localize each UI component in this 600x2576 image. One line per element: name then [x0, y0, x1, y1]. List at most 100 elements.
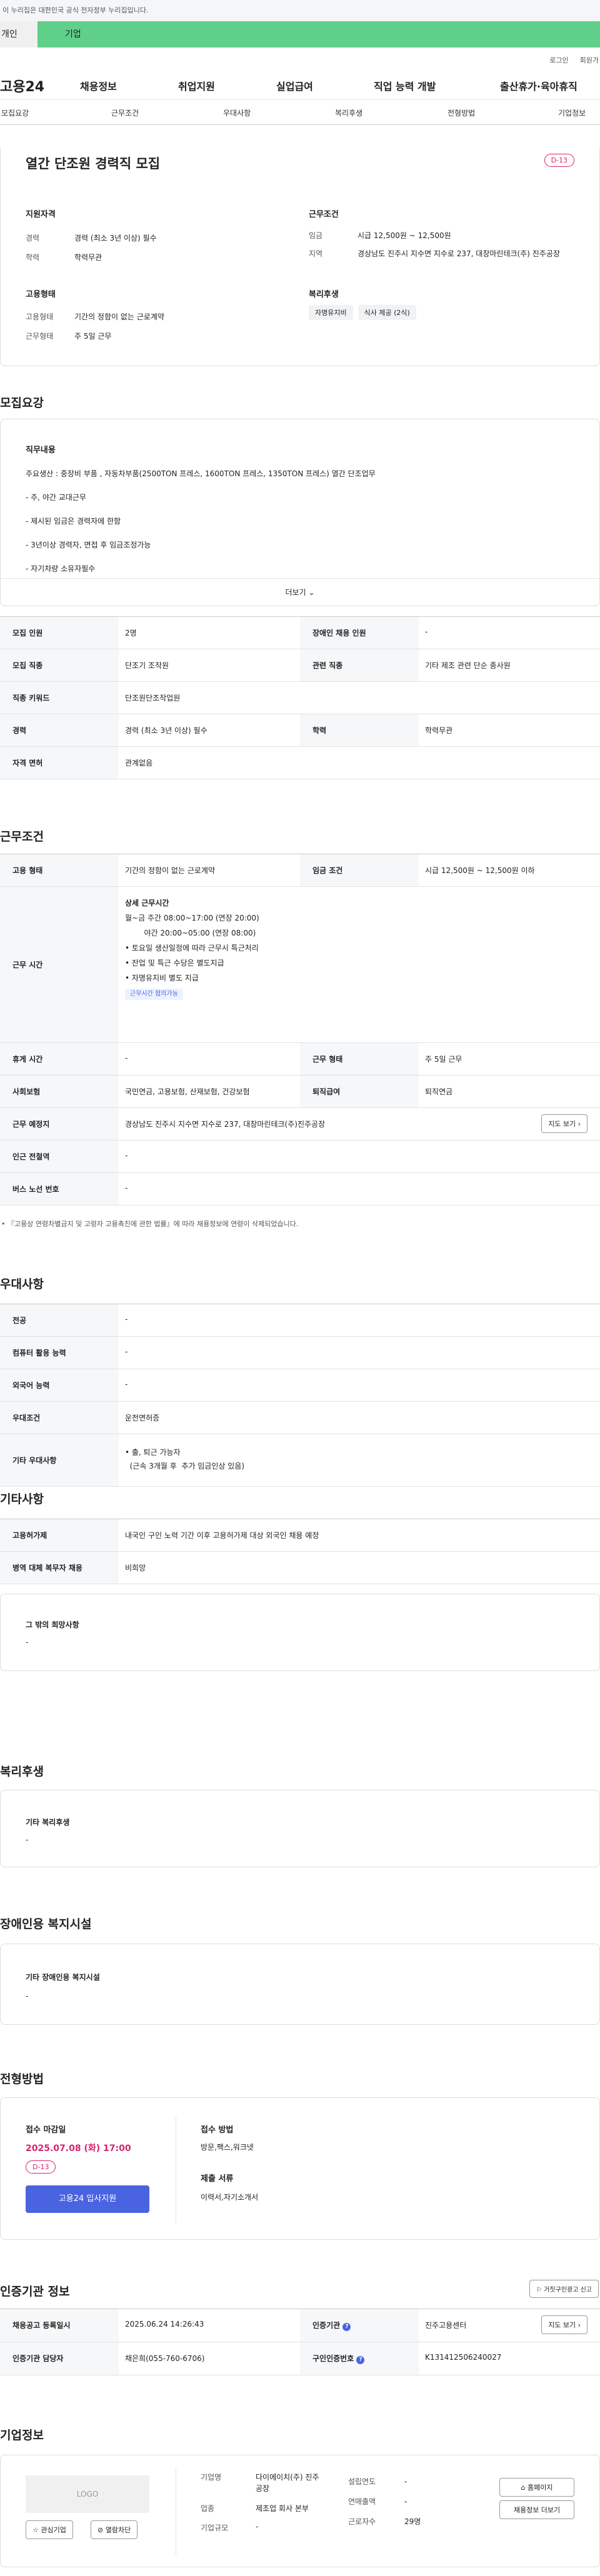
apply-button[interactable]: 고용24 입사지원 [26, 2185, 149, 2213]
table-row: 전공 - [0, 1304, 600, 1337]
tab-company-info[interactable]: 기업정보 [558, 107, 586, 118]
work-heading: 근무조건 [0, 830, 44, 844]
row-label: 우대조건 [0, 1402, 119, 1434]
table-row: 사회보험 국민연금, 고용보험, 산재보험, 건강보험 퇴직급여 퇴직연금 [0, 1076, 600, 1108]
age-notice: • 『고용상 연령차별금지 및 고령자 고용촉진에 관한 법률』에 따라 채용정… [1, 1220, 299, 1228]
table-row: 인근 전철역 - [0, 1141, 600, 1173]
method-label: 접수 방법 [201, 2125, 234, 2135]
table-row: 병역 대체 복무자 채용 비희망 [0, 1552, 600, 1584]
row-label: 직종 키워드 [0, 682, 119, 714]
report-button[interactable]: ⚐ 거짓구인광고 신고 [529, 2280, 599, 2298]
gnb-employment-support[interactable]: 취업지원 [178, 78, 215, 93]
row-label: 병역 대체 복무자 채용 [0, 1552, 119, 1584]
row-value: 운전면허증 [125, 1414, 160, 1422]
agency-label: 인증기관 [312, 2321, 341, 2330]
company-logo: LOGO [26, 2475, 149, 2513]
cond-label: 지역 [309, 249, 323, 258]
gnb-jobs[interactable]: 채용정보 [80, 78, 117, 93]
info-icon[interactable]: ? [342, 2323, 351, 2331]
agency-value: 진주고용센터 [425, 2321, 467, 2330]
block-button[interactable]: ⊘ 열람차단 [91, 2520, 138, 2539]
disab-box-value: - [26, 1992, 29, 2000]
category-tabs: 개인 기업 [0, 21, 600, 47]
row-value: 단조기 조작원 [125, 661, 169, 670]
more-jobs-label: 채용정보 더보기 [513, 2506, 561, 2514]
login-link[interactable]: 로그인 [549, 55, 568, 71]
row-value: - [425, 627, 428, 636]
row-value: 내국인 구인 노력 기간 이후 고용허가제 대상 외국인 채용 예정 [125, 1531, 319, 1540]
content-title: 직무내용 [26, 446, 56, 455]
block-label: 열람차단 [105, 2526, 131, 2534]
row-label: 인근 전철역 [0, 1141, 119, 1172]
agency-map-button[interactable]: 지도 보기 › [541, 2315, 588, 2334]
docs-label: 제출 서류 [201, 2174, 234, 2184]
more-label: 더보기 [285, 588, 306, 597]
welfare-tag: 자명유지비 [309, 305, 353, 320]
qual-value: 경력 (최소 3년 이상) 필수 [74, 234, 157, 242]
time-line: 월~금 주간 08:00~17:00 (연장 20:00) [125, 914, 259, 922]
field-value: - [404, 2497, 408, 2506]
row-label: 학력 [300, 714, 419, 746]
place-value: 경상남도 진주시 지수면 지수로 237, 대창마린테크(주)진주공장 [125, 1120, 326, 1129]
more-button[interactable]: 더보기 ⌄ [1, 578, 599, 606]
row-label: 버스 노선 번호 [0, 1173, 119, 1205]
tab-benefit[interactable]: 복리후생 [335, 107, 362, 118]
disab-box: 기타 장애인용 복지시설 - [0, 1944, 600, 2025]
tab-recruit[interactable]: 모집요강 [1, 107, 29, 118]
gnb-parental-leave[interactable]: 출산휴가·육아휴직 [500, 78, 578, 93]
row-label: 외국어 능력 [0, 1369, 119, 1401]
row-label: 관련 직종 [300, 649, 419, 681]
map-button[interactable]: 지도 보기 › [541, 1114, 588, 1133]
row-value: 2025.06.24 14:26:43 [125, 2320, 204, 2329]
gnb-unemployment-benefit[interactable]: 실업급여 [276, 78, 313, 93]
tab-work[interactable]: 근무조건 [111, 107, 139, 118]
field-label: 업종 [201, 2504, 215, 2513]
table-row: 휴게 시간 - 근무 형태 주 5일 근무 [0, 1043, 600, 1076]
signup-link[interactable]: 회원가 [580, 55, 599, 71]
table-row: 버스 노선 번호 - [0, 1173, 600, 1206]
more-jobs-button[interactable]: 채용정보 더보기 [499, 2500, 574, 2519]
qual-title: 지원자격 [26, 210, 56, 219]
global-nav: 고용24 채용정보 취업지원 실업급여 직업 능력 개발 출산휴가·육아휴직 [0, 71, 600, 100]
tab-pref[interactable]: 우대사항 [223, 107, 251, 118]
company-fields-2: 설립연도 - 연매출액 - 근로자수 29명 [348, 2472, 421, 2532]
cond-value: 시급 12,500원 ~ 12,500원 [358, 231, 451, 240]
table-row: 우대조건 운전면허증 [0, 1402, 600, 1434]
table-row: 근무 예정지 경상남도 진주시 지수면 지수로 237, 대창마린테크(주)진주공… [0, 1108, 600, 1141]
gnb-vocational-training[interactable]: 직업 능력 개발 [374, 78, 436, 93]
info-icon[interactable]: ? [356, 2356, 365, 2364]
row-value: - [125, 1347, 128, 1356]
table-row: 기타 우대사항 • 출, 퇴근 가능자 (근속 3개월 후 추가 임금인상 있음) [0, 1434, 600, 1487]
table-row: 채용공고 등록일시 2025.06.24 14:26:43 인증기관 ? 진주고용센터… [0, 2309, 600, 2342]
qual-label: 경력 [26, 234, 40, 242]
time-negotiable-tag: 근무시간 협의가능 [125, 989, 183, 1000]
row-label: 모집 직종 [0, 649, 119, 681]
agency-heading: 인증기관 정보 [0, 2285, 70, 2299]
site-logo[interactable]: 고용24 [0, 76, 69, 96]
cond-list: 임금 시급 12,500원 ~ 12,500원 지역 경상남도 진주시 지수면 지수… [309, 229, 578, 261]
deadline-value: 2025.07.08 (화) 17:00 [26, 2144, 131, 2154]
homepage-label: 홈페이지 [528, 2484, 553, 2492]
table-row: 자격 면허 관계없음 [0, 747, 600, 779]
disab-heading: 장애인용 복지시설 [0, 1917, 92, 1931]
interest-button[interactable]: ☆ 관심기업 [26, 2520, 73, 2539]
tab-company[interactable]: 기업 [38, 21, 600, 47]
field-label: 기업명 [201, 2473, 222, 2482]
benefit-box: 기타 복리후생 - [0, 1790, 600, 1867]
row-label: 인증기관 ? [300, 2309, 419, 2342]
report-label: 거짓구인광고 신고 [544, 2287, 592, 2294]
emp-list: 고용형태 기간의 정함이 없는 근로계약 근무형태 주 5일 근무 [26, 307, 164, 346]
pref-table: 전공 - 컴퓨터 활용 능력 - 외국어 능력 - 우대조건 운전면허증 기타 우대사항… [0, 1304, 600, 1487]
row-value: 시급 12,500원 ~ 12,500원 이하 [425, 866, 535, 875]
field-label: 연매출액 [348, 2497, 376, 2506]
process-card: 접수 마감일 2025.07.08 (화) 17:00 D-13 고용24 입사… [0, 2097, 600, 2240]
time-line: • 토요일 생산일정에 따라 근무시 특근처리 [125, 944, 259, 952]
etc-box-value: - [26, 1638, 29, 1647]
table-row: 고용 형태 기간의 정함이 없는 근로계약 임금 조건 시급 12,500원 ~ 12… [0, 854, 600, 887]
row-value: - [125, 1184, 128, 1192]
content-line: 주요생산 : 중장비 부품 , 자동차부품(2500TON 프레스, 1600T… [26, 469, 376, 478]
tab-process[interactable]: 전형방법 [448, 107, 475, 118]
tab-personal[interactable]: 개인 [0, 21, 38, 47]
row-value: 진주고용센터 지도 보기 › [419, 2309, 600, 2342]
homepage-button[interactable]: ⌂ 홈페이지 [499, 2478, 574, 2497]
